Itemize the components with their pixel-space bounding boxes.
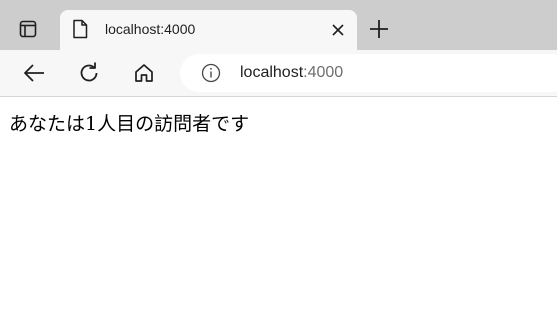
visitor-count-message: あなたは1人目の訪問者です: [9, 113, 250, 135]
home-icon[interactable]: [132, 61, 156, 85]
page-content: あなたは1人目の訪問者です: [0, 97, 557, 321]
reload-icon[interactable]: [77, 61, 101, 85]
tab-strip: localhost:4000: [0, 0, 557, 50]
info-icon[interactable]: [201, 63, 221, 83]
arrow-left-icon[interactable]: [22, 61, 46, 85]
browser-toolbar: localhost:4000: [0, 50, 557, 97]
url-host: localhost: [240, 64, 304, 81]
tab-title: localhost:4000: [105, 21, 196, 37]
close-icon[interactable]: [330, 22, 346, 38]
address-bar[interactable]: localhost:4000: [180, 54, 557, 92]
document-icon: [72, 19, 88, 39]
tab-actions-icon: [19, 20, 37, 38]
plus-icon[interactable]: [368, 18, 390, 40]
address-url[interactable]: localhost:4000: [240, 64, 343, 82]
tab-actions-button[interactable]: [10, 14, 46, 44]
url-port: :4000: [303, 64, 344, 81]
tab-localhost[interactable]: localhost:4000: [60, 10, 357, 50]
